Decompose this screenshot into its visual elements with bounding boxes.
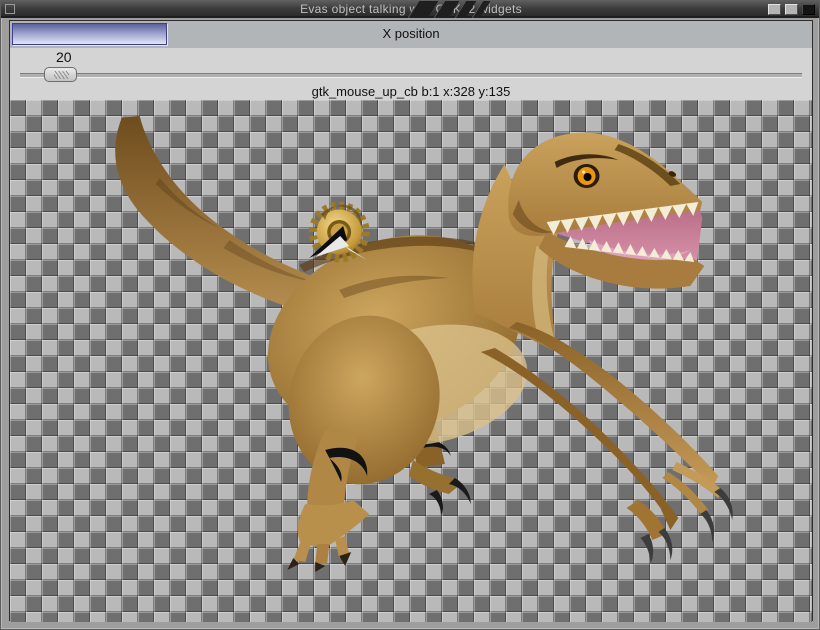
- evas-canvas[interactable]: [10, 100, 812, 622]
- iconify-button[interactable]: [768, 4, 781, 15]
- titlebar[interactable]: Evas object talking with GTK+2 widgets: [1, 1, 820, 18]
- status-text: gtk_mouse_up_cb b:1 x:328 y:135: [10, 84, 812, 100]
- control-row: X position: [10, 21, 812, 48]
- axis-label: X position: [10, 21, 812, 48]
- maximize-button[interactable]: [785, 4, 798, 15]
- velociraptor-image: [10, 100, 812, 622]
- scale-value: 20: [56, 49, 72, 65]
- titlebar-stripes: [413, 1, 485, 18]
- window-frame[interactable]: Evas object talking with GTK+2 widgets X…: [0, 0, 820, 630]
- grip-icon: [54, 71, 69, 79]
- scale-value-row: 20: [10, 48, 812, 66]
- slider-track[interactable]: [20, 73, 802, 78]
- hscale: [10, 66, 812, 84]
- window-buttons: [768, 4, 815, 15]
- client-area: X position 20 gtk_mouse_up_cb b:1 x:328 …: [9, 20, 813, 621]
- slider-handle[interactable]: [44, 67, 77, 82]
- close-button[interactable]: [802, 4, 815, 15]
